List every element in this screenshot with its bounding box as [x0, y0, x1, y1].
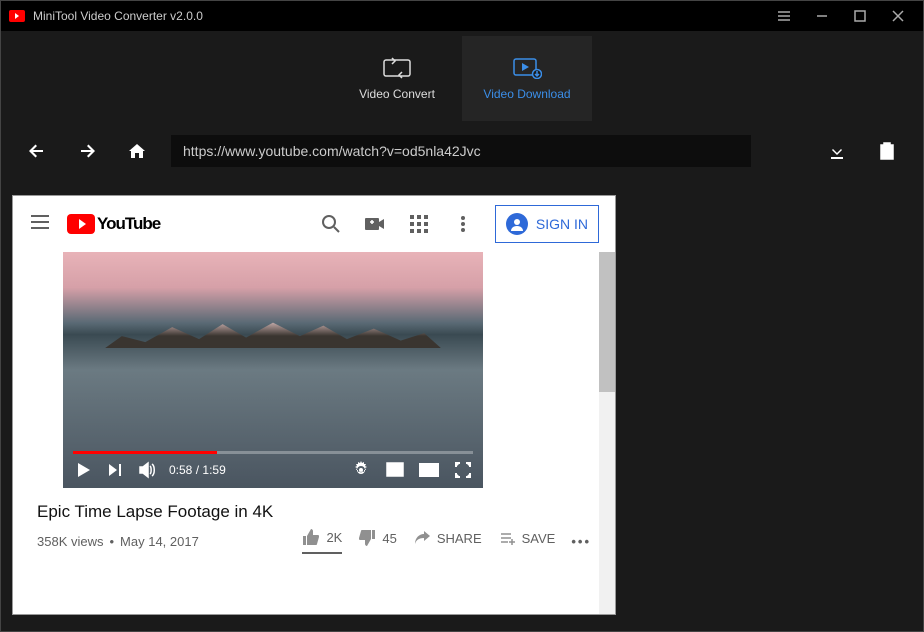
scrollbar[interactable]	[599, 252, 615, 614]
tab-label: Video Convert	[359, 87, 435, 101]
youtube-logo-icon	[67, 214, 95, 234]
create-video-icon[interactable]	[363, 212, 387, 236]
video-date: May 14, 2017	[120, 534, 199, 549]
embedded-browser: YouTube SIGN IN	[12, 195, 616, 615]
save-button[interactable]: SAVE	[498, 529, 556, 553]
maximize-button[interactable]	[843, 1, 877, 31]
signin-label: SIGN IN	[536, 216, 588, 232]
volume-button[interactable]	[137, 460, 157, 480]
more-icon[interactable]	[451, 212, 475, 236]
tab-video-download[interactable]: Video Download	[462, 36, 592, 121]
hamburger-menu-button[interactable]	[767, 1, 801, 31]
home-button[interactable]	[121, 135, 153, 167]
back-button[interactable]	[21, 135, 53, 167]
clipboard-button[interactable]	[871, 135, 903, 167]
next-button[interactable]	[105, 460, 125, 480]
mode-tabs: Video Convert Video Download	[1, 31, 923, 126]
fullscreen-icon[interactable]	[453, 460, 473, 480]
theater-icon[interactable]	[419, 460, 439, 480]
apps-icon[interactable]	[407, 212, 431, 236]
dislike-button[interactable]: 45	[358, 529, 396, 553]
search-icon[interactable]	[319, 212, 343, 236]
youtube-logo[interactable]: YouTube	[67, 214, 160, 234]
avatar-icon	[506, 213, 528, 235]
video-player[interactable]: 0:58 / 1:59	[63, 252, 483, 488]
app-title: MiniTool Video Converter v2.0.0	[33, 9, 767, 23]
video-views: 358K views	[37, 534, 103, 549]
close-button[interactable]	[881, 1, 915, 31]
signin-button[interactable]: SIGN IN	[495, 205, 599, 243]
share-button[interactable]: SHARE	[413, 529, 482, 553]
settings-icon[interactable]	[351, 460, 371, 480]
forward-button[interactable]	[71, 135, 103, 167]
youtube-header: YouTube SIGN IN	[13, 196, 615, 252]
youtube-menu-icon[interactable]	[29, 211, 51, 238]
app-logo-icon	[9, 10, 25, 22]
minimize-button[interactable]	[805, 1, 839, 31]
titlebar: MiniTool Video Converter v2.0.0	[1, 1, 923, 31]
time-display: 0:58 / 1:59	[169, 463, 226, 477]
video-title: Epic Time Lapse Footage in 4K	[37, 502, 591, 522]
like-button[interactable]: 2K	[302, 528, 342, 554]
url-input[interactable]	[171, 135, 751, 167]
miniplayer-icon[interactable]	[385, 460, 405, 480]
youtube-logo-text: YouTube	[97, 214, 160, 234]
tab-label: Video Download	[483, 87, 570, 101]
play-button[interactable]	[73, 460, 93, 480]
tab-video-convert[interactable]: Video Convert	[332, 36, 462, 121]
more-actions-button[interactable]: •••	[571, 534, 591, 549]
download-button[interactable]	[821, 135, 853, 167]
address-bar	[1, 126, 923, 176]
